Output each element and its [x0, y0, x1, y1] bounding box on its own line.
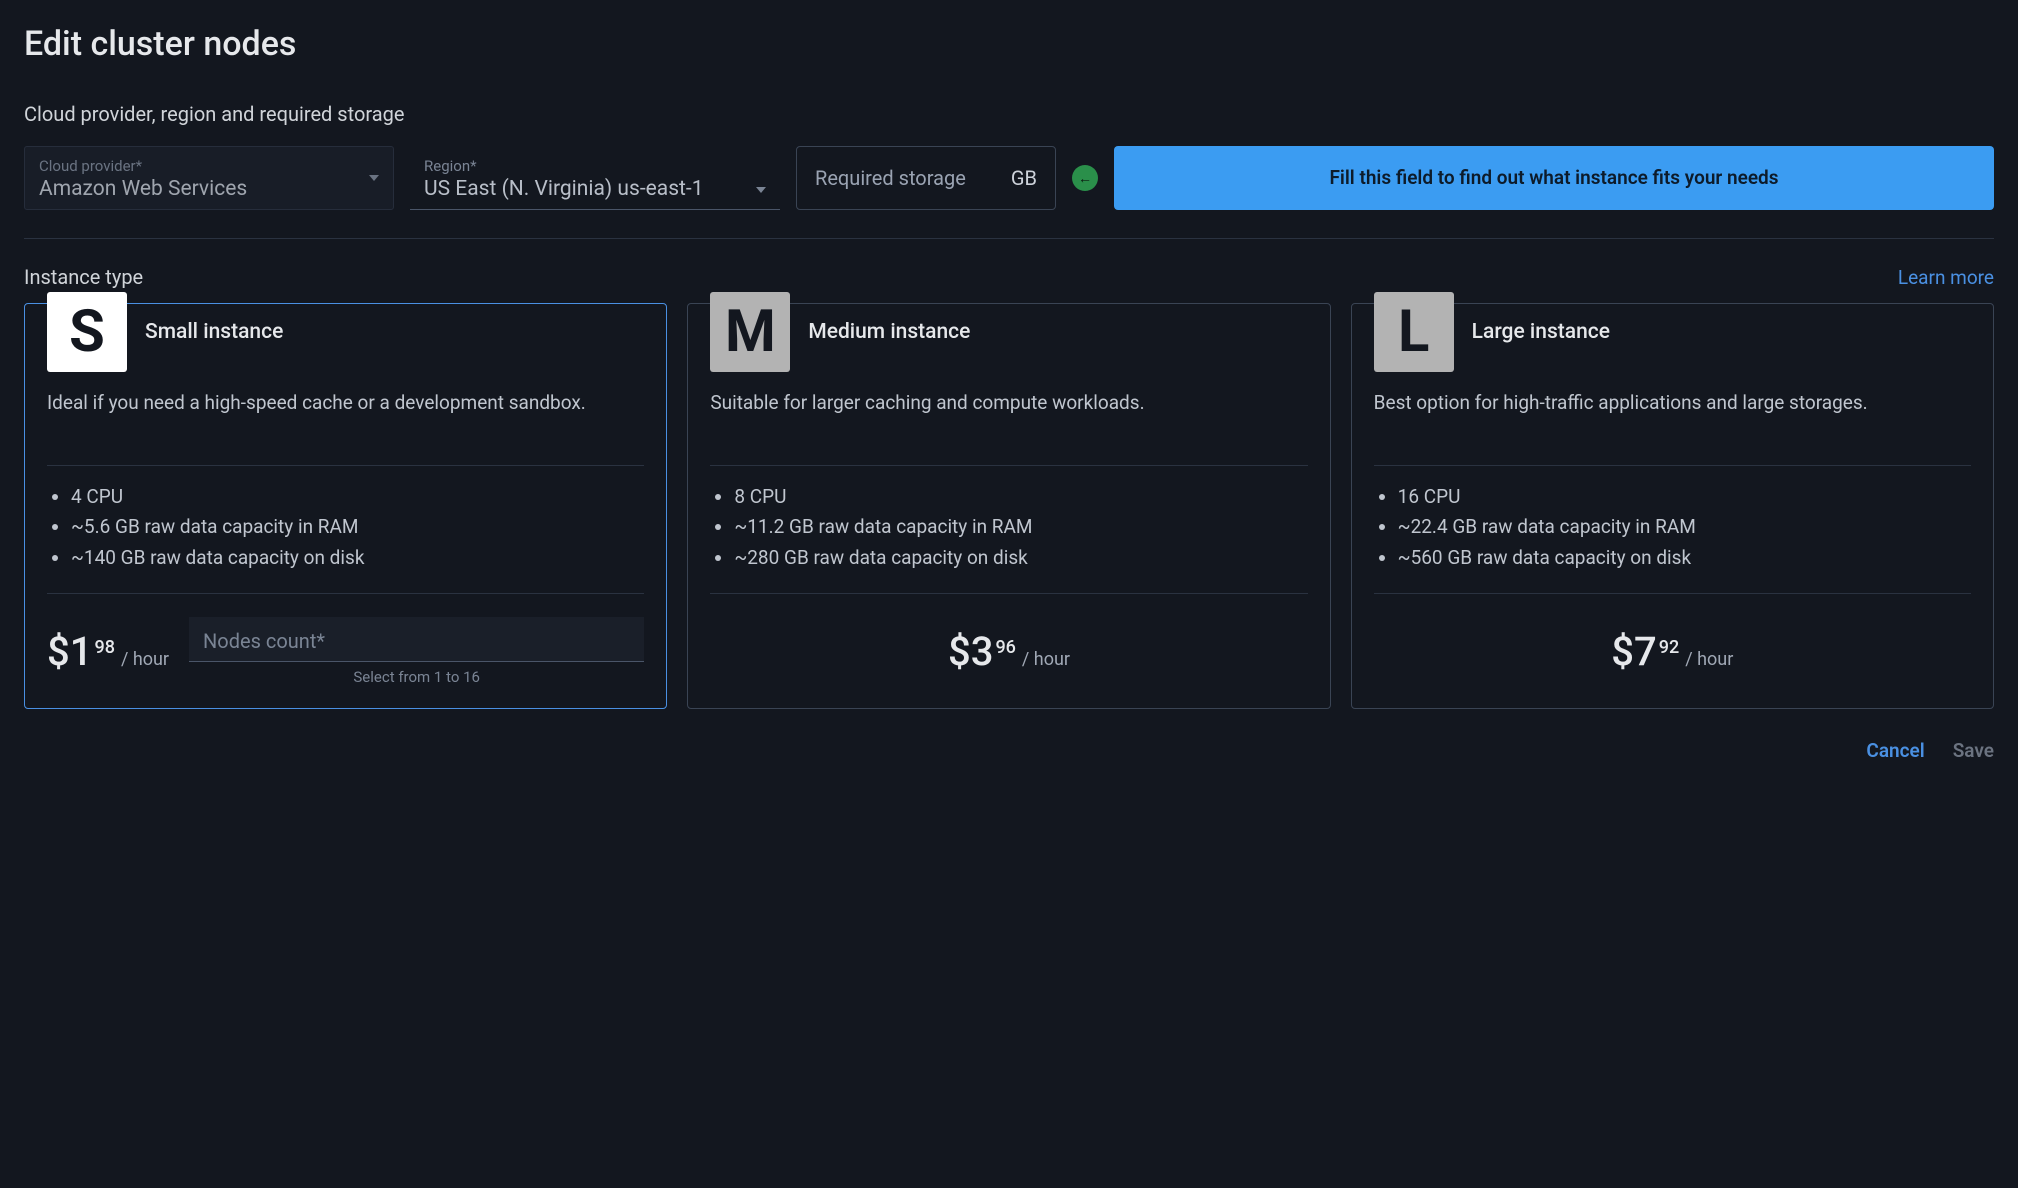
instance-name: Large instance: [1472, 320, 1610, 344]
price-main: $3: [948, 628, 993, 675]
spec-item: ~280 GB raw data capacity on disk: [734, 543, 1307, 573]
instance-cards-row: SSmall instanceIdeal if you need a high-…: [24, 303, 1994, 709]
instance-specs: 4 CPU~5.6 GB raw data capacity in RAM~14…: [47, 482, 644, 594]
nodes-placeholder: Nodes count*: [203, 629, 630, 653]
info-banner: Fill this field to find out what instanc…: [1114, 146, 1994, 210]
storage-unit: GB: [1011, 166, 1037, 190]
price-unit: / hour: [1022, 649, 1070, 670]
instance-card-m[interactable]: MMedium instanceSuitable for larger cach…: [687, 303, 1330, 709]
learn-more-link[interactable]: Learn more: [1898, 266, 1994, 289]
save-button[interactable]: Save: [1953, 739, 1994, 762]
divider: [24, 238, 1994, 239]
size-badge-icon: M: [710, 292, 790, 372]
instance-card-s[interactable]: SSmall instanceIdeal if you need a high-…: [24, 303, 667, 709]
card-footer: $792 / hour: [1374, 616, 1971, 686]
cloud-provider-select[interactable]: Cloud provider* Amazon Web Services: [24, 146, 394, 210]
controls-row: Cloud provider* Amazon Web Services Regi…: [24, 146, 1994, 210]
spec-item: 16 CPU: [1398, 482, 1971, 512]
cancel-button[interactable]: Cancel: [1866, 739, 1924, 762]
section-label-provider: Cloud provider, region and required stor…: [24, 102, 1994, 126]
price-cents: 92: [1659, 637, 1679, 658]
price: $198 / hour: [47, 628, 169, 675]
spec-item: 8 CPU: [734, 482, 1307, 512]
price-cents: 96: [995, 637, 1015, 658]
instance-card-l[interactable]: LLarge instanceBest option for high-traf…: [1351, 303, 1994, 709]
size-badge-icon: S: [47, 292, 127, 372]
instance-header: Instance type Learn more: [24, 265, 1994, 289]
price: $792 / hour: [1611, 628, 1733, 675]
chevron-down-icon: [369, 175, 379, 181]
region-select[interactable]: Region* US East (N. Virginia) us-east-1: [410, 146, 780, 210]
region-value: US East (N. Virginia) us-east-1: [424, 177, 766, 201]
card-footer: $396 / hour: [710, 616, 1307, 686]
instance-name: Small instance: [145, 320, 283, 344]
instance-specs: 8 CPU~11.2 GB raw data capacity in RAM~2…: [710, 482, 1307, 594]
action-bar: Cancel Save: [24, 739, 1994, 762]
instance-type-label: Instance type: [24, 265, 143, 289]
instance-description: Best option for high-traffic application…: [1374, 390, 1971, 466]
cloud-provider-value: Amazon Web Services: [39, 177, 379, 201]
price-unit: / hour: [1685, 649, 1733, 670]
nodes-helper-text: Select from 1 to 16: [189, 668, 644, 686]
price: $396 / hour: [948, 628, 1070, 675]
nodes-count-input[interactable]: Nodes count*: [189, 617, 644, 662]
arrow-left-icon: ←: [1072, 165, 1098, 191]
instance-name: Medium instance: [808, 320, 970, 344]
spec-item: ~560 GB raw data capacity on disk: [1398, 543, 1971, 573]
spec-item: ~5.6 GB raw data capacity in RAM: [71, 512, 644, 542]
instance-specs: 16 CPU~22.4 GB raw data capacity in RAM~…: [1374, 482, 1971, 594]
chevron-down-icon: [756, 187, 766, 193]
region-label: Region*: [424, 157, 766, 175]
page-title: Edit cluster nodes: [24, 24, 1994, 64]
instance-description: Ideal if you need a high-speed cache or …: [47, 390, 644, 466]
card-footer: $198 / hour Nodes count* Select from 1 to 1…: [47, 616, 644, 686]
required-storage-input[interactable]: Required storage GB: [796, 146, 1056, 210]
spec-item: 4 CPU: [71, 482, 644, 512]
instance-description: Suitable for larger caching and compute …: [710, 390, 1307, 466]
price-cents: 98: [94, 637, 114, 658]
spec-item: ~140 GB raw data capacity on disk: [71, 543, 644, 573]
size-badge-icon: L: [1374, 292, 1454, 372]
storage-label: Required storage: [815, 166, 966, 190]
price-unit: / hour: [121, 649, 169, 670]
spec-item: ~22.4 GB raw data capacity in RAM: [1398, 512, 1971, 542]
price-main: $1: [47, 628, 92, 675]
spec-item: ~11.2 GB raw data capacity in RAM: [734, 512, 1307, 542]
cloud-provider-label: Cloud provider*: [39, 157, 379, 175]
price-main: $7: [1611, 628, 1656, 675]
